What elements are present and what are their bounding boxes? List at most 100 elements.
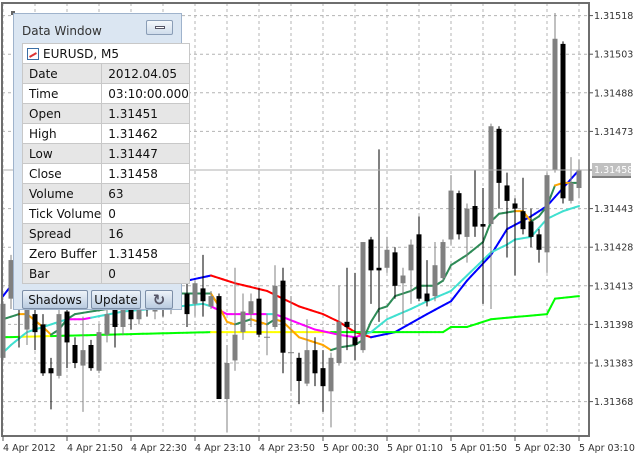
candle-bear [296,352,302,405]
data-row-value: 0 [101,203,190,224]
x-tick-label: 5 Apr 03:10 [579,443,635,454]
data-row-value: 1.31447 [101,143,190,164]
x-tick-label: 5 Apr 01:10 [387,443,443,454]
candle-body [256,298,262,335]
candle-body [304,350,310,384]
y-tick-label: 1.31473 [594,127,633,138]
candle-body [96,332,102,371]
update-button[interactable]: Update [91,290,141,309]
candle-body [320,368,326,387]
candle-body [72,344,78,363]
y-tick-label: 1.31488 [594,88,633,99]
candle-bull [576,159,582,199]
symbol-label: EURUSD, M5 [43,46,119,61]
candle-body [416,234,422,299]
candle-body [440,242,446,279]
candle-body [496,128,502,183]
ma-fast-seagreen-orange-segment [370,314,376,323]
candle-bull [488,123,494,309]
ma-fast-seagreen-orange-segment [222,313,228,323]
candle-bull [544,172,550,273]
candle-bear [416,216,422,302]
ma-flat-lime-yellow-segment [546,305,552,316]
minimize-button[interactable] [146,20,173,35]
data-window-title: Data Window [22,24,102,38]
y-tick-label: 1.31413 [594,281,633,292]
refresh-button[interactable]: ↻ [145,290,173,309]
data-row-label: Close [21,163,103,184]
data-row-tick-volume: Tick Volume 0 [21,203,190,224]
data-row-value: 03:10:00.000 [101,83,190,104]
ma-fast-seagreen-orange-segment [550,184,556,197]
candle-body [544,175,550,253]
data-row-close: Close 1.31458 [21,163,190,184]
candle-bull [248,293,254,327]
candle-body [200,288,206,302]
candle-body [536,234,542,250]
candle-bull [440,239,446,281]
symbol-row: EURUSD, M5 [22,43,190,64]
candle-body [408,244,414,271]
candle-bear [312,337,318,387]
candle-bear [520,177,526,235]
data-row-value: 1.31458 [101,163,190,184]
candle-body [368,239,374,271]
candle-body [296,357,302,382]
candle-bear [376,149,382,322]
data-row-value: 0 [101,263,190,284]
candle-bear [40,314,46,376]
data-window-table: EURUSD, M5 Date 2012.04.05 Time 03:10:00.00… [21,43,190,284]
candle-bear [480,188,486,304]
candle-bull [56,308,62,379]
candle-body [280,280,286,353]
candle-bear [392,247,398,299]
refresh-icon: ↻ [152,291,166,309]
candle-body [216,296,222,400]
candle-bull [272,265,278,330]
ma-fast-seagreen-orange-segment [366,320,372,332]
candle-bear [88,339,94,371]
candle-body [32,314,38,333]
data-row-open: Open 1.31451 [21,103,190,124]
candle-body [192,283,198,304]
candle-body [248,301,254,315]
candle-bull [336,285,342,366]
data-row-bar: Bar 0 [21,263,190,284]
ma-fast-seagreen-orange-segment [446,264,452,274]
candle-bear [496,126,502,209]
candle-body [336,321,342,363]
data-row-label: High [21,123,103,144]
data-row-label: Low [21,143,103,164]
x-tick-label: 4 Apr 23:10 [195,443,251,454]
ma-slow-blue-red-segment [502,228,508,237]
candle-body [184,293,190,315]
candle-body [240,311,246,333]
x-tick-label: 5 Apr 02:30 [515,443,571,454]
data-row-value: 1.31451 [101,103,190,124]
candle-bear [472,170,478,237]
candle-bull [192,280,198,317]
candle-body [40,324,46,374]
shadows-button[interactable]: Shadows [22,290,88,309]
candle-body [560,43,566,199]
candle-body [472,206,478,227]
data-row-label: Bar [21,263,103,284]
data-row-time: Time 03:10:00.000 [21,83,190,104]
candle-body [48,368,54,374]
ma-fast-seagreen-orange-segment [374,307,380,317]
candle-body [360,242,366,351]
candle-bull [360,242,366,353]
candle-body [352,337,358,345]
candle-body [56,314,62,376]
candle-body [456,193,462,235]
candle-body [488,126,494,225]
x-tick-label: 4 Apr 23:50 [259,443,315,454]
y-tick-label: 1.31443 [594,204,633,215]
candle-bull [96,324,102,374]
candle-body [104,314,110,335]
y-tick-label: 1.31428 [594,243,633,254]
data-row-high: High 1.31462 [21,123,190,144]
data-row-value: 16 [101,223,190,244]
ma-mid-turquoise-magenta-segment [574,205,580,209]
candle-bear [368,236,374,304]
